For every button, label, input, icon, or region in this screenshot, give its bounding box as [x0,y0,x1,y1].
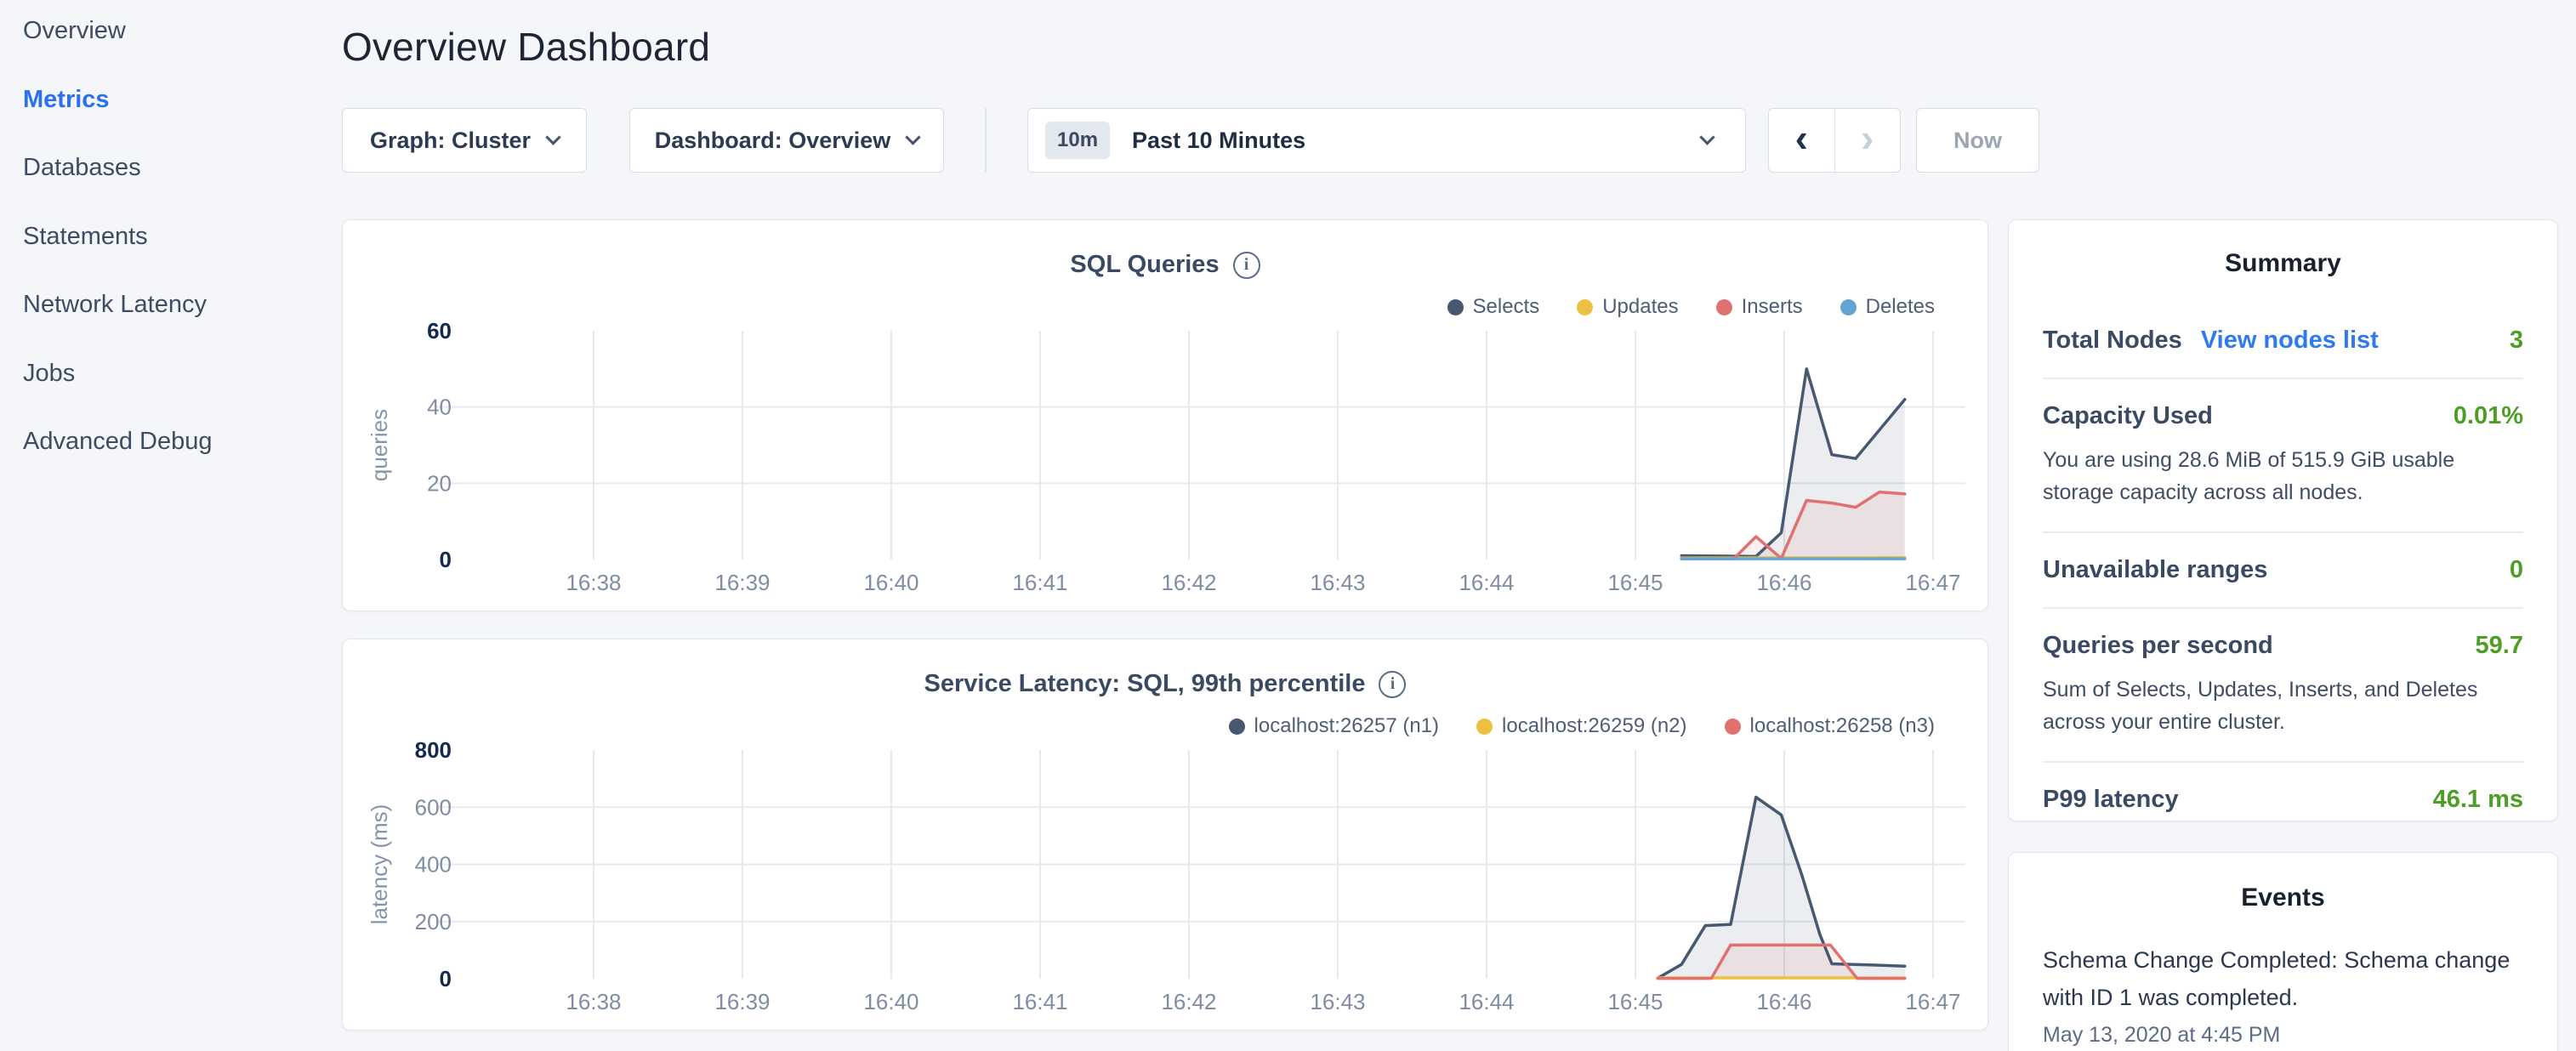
next-time-button[interactable]: › [1835,109,1901,172]
events-title: Events [2043,883,2523,912]
time-step-buttons: ‹ › [1768,108,1901,173]
controls-bar: Graph: Cluster Dashboard: Overview 10m P… [0,108,2576,173]
summary-row-label: Queries per second [2043,632,2273,660]
svg-text:16:39: 16:39 [714,989,770,1014]
svg-text:16:45: 16:45 [1607,570,1663,595]
summary-row: Unavailable ranges 0 [2043,531,2523,607]
svg-text:16:47: 16:47 [1905,570,1960,595]
svg-text:16:42: 16:42 [1161,570,1216,595]
svg-text:16:44: 16:44 [1459,570,1514,595]
dashboard-dropdown-label: Dashboard: Overview [655,128,891,154]
event-item[interactable]: Schema Change Completed: Schema change w… [2043,941,2523,1048]
events-list: Schema Change Completed: Schema change w… [2043,941,2523,1048]
summary-row-label: P99 latency [2043,786,2179,814]
summary-panel: Summary Total Nodes View nodes list 3 Capac… [2008,219,2558,821]
svg-text:16:46: 16:46 [1756,989,1811,1014]
controls-divider [985,108,987,173]
svg-text:60: 60 [427,318,452,344]
summary-row-label: Unavailable ranges [2043,556,2267,584]
svg-text:0: 0 [440,547,452,572]
summary-row-label: Capacity Used [2043,402,2213,430]
summary-row-value: 59.7 [2476,632,2523,660]
svg-text:16:43: 16:43 [1310,570,1365,595]
svg-text:16:38: 16:38 [566,570,621,595]
time-window-badge: 10m [1045,122,1110,159]
events-panel: Events Schema Change Completed: Schema c… [2008,852,2558,1051]
summary-row: Queries per second 59.7 Sum of Selects, Up… [2043,607,2523,761]
graph-dropdown[interactable]: Graph: Cluster [342,108,587,173]
svg-text:16:43: 16:43 [1310,989,1365,1014]
summary-row: Total Nodes View nodes list 3 [2043,304,2523,378]
sidebar-item-jobs[interactable]: Jobs [23,360,75,388]
summary-rows: Total Nodes View nodes list 3 Capacity Used… [2043,304,2523,821]
summary-title: Summary [2043,249,2523,278]
graph-dropdown-label: Graph: Cluster [370,128,531,154]
now-button[interactable]: Now [1916,108,2039,173]
svg-text:16:39: 16:39 [714,570,770,595]
sidebar-item-statements[interactable]: Statements [23,223,148,251]
svg-text:0: 0 [440,966,452,991]
svg-text:16:41: 16:41 [1012,989,1067,1014]
svg-text:16:40: 16:40 [863,989,918,1014]
svg-text:20: 20 [427,470,452,496]
service-latency-plot: 0 200 400 600 800 16:38 16:39 16:40 16:41 16:42 16… [343,639,1989,1031]
chevron-down-icon [545,129,560,145]
sql-queries-plot: 0 20 40 60 16:38 16:39 16:40 16:41 16:42 16:43 16:… [343,220,1989,612]
svg-text:16:45: 16:45 [1607,989,1663,1014]
sql-queries-chart-card: SQL Queries i SelectsUpdatesInsertsDelet… [342,219,1988,611]
summary-row-value: 0 [2510,556,2523,584]
chevron-down-icon [906,129,921,145]
time-window-label: Past 10 Minutes [1132,128,1305,154]
svg-text:400: 400 [415,852,452,878]
summary-row-description: You are using 28.6 MiB of 515.9 GiB usab… [2043,444,2523,508]
chevron-down-icon [1699,129,1714,145]
summary-row-value: 0.01% [2454,402,2523,430]
event-text: Schema Change Completed: Schema change w… [2043,941,2523,1016]
svg-text:16:40: 16:40 [863,570,918,595]
page-title: Overview Dashboard [342,24,710,70]
svg-text:16:44: 16:44 [1459,989,1514,1014]
svg-text:16:38: 16:38 [566,989,621,1014]
event-timestamp: May 13, 2020 at 4:45 PM [2043,1023,2523,1048]
svg-text:800: 800 [415,737,452,763]
dashboard-dropdown[interactable]: Dashboard: Overview [629,108,944,173]
svg-text:16:47: 16:47 [1905,989,1960,1014]
svg-text:queries: queries [367,409,392,481]
svg-text:16:41: 16:41 [1012,570,1067,595]
time-window-selector[interactable]: 10m Past 10 Minutes [1027,108,1746,173]
view-nodes-list-link[interactable]: View nodes list [2201,327,2379,355]
summary-row-label: Total Nodes [2043,327,2182,355]
previous-time-button[interactable]: ‹ [1769,109,1835,172]
sidebar-item-overview[interactable]: Overview [23,17,126,45]
summary-row-value: 3 [2510,327,2523,355]
summary-row-value: 46.1 ms [2433,786,2523,814]
svg-text:16:46: 16:46 [1756,570,1811,595]
svg-text:600: 600 [415,794,452,820]
summary-row: Capacity Used 0.01% You are using 28.6 MiB… [2043,378,2523,531]
sidebar-item-network-latency[interactable]: Network Latency [23,291,207,319]
svg-text:16:42: 16:42 [1161,989,1216,1014]
summary-row: P99 latency 46.1 ms [2043,761,2523,821]
summary-row-description: Sum of Selects, Updates, Inserts, and De… [2043,673,2523,738]
service-latency-chart-card: Service Latency: SQL, 99th percentile i … [342,639,1988,1031]
svg-text:200: 200 [415,909,452,935]
svg-text:40: 40 [427,395,452,420]
sidebar-item-advanced-debug[interactable]: Advanced Debug [23,428,213,456]
svg-text:latency (ms): latency (ms) [367,804,392,925]
